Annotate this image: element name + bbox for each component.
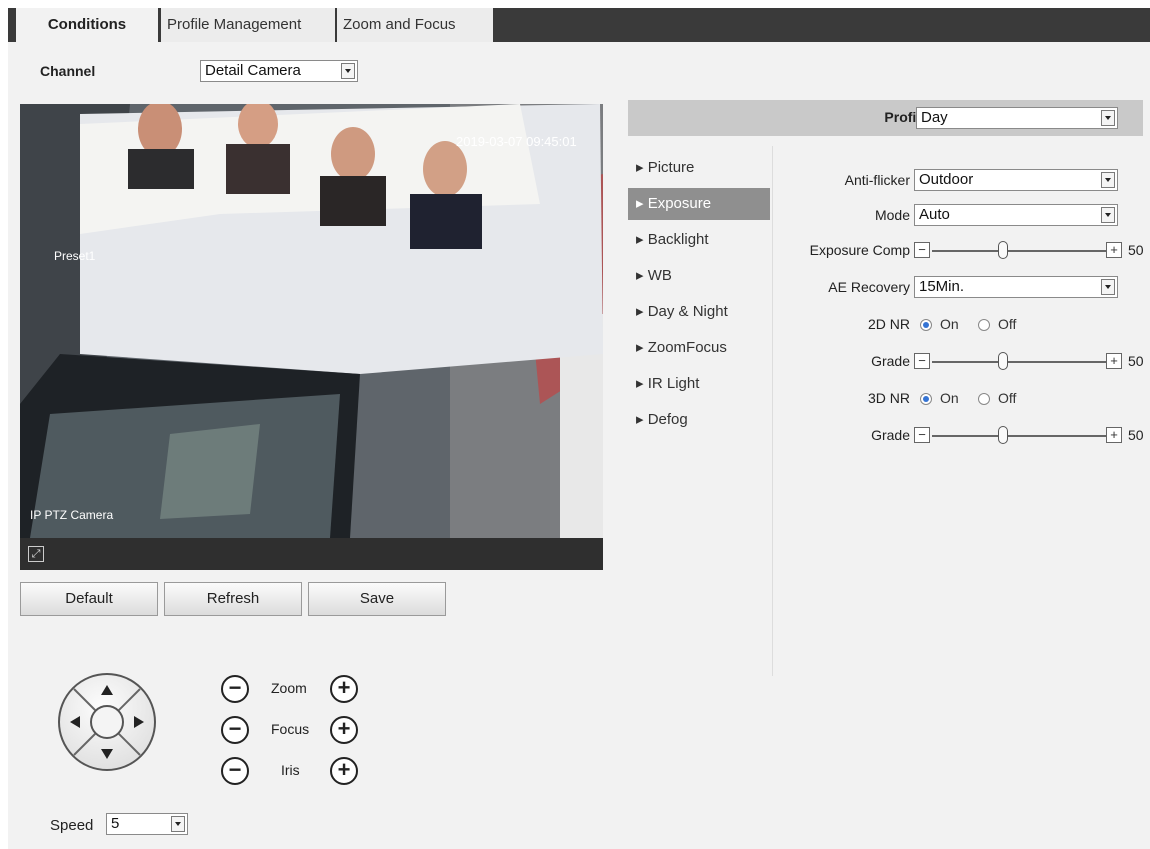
menu-exposure-label: Exposure <box>647 195 712 212</box>
nr2d-on-radio[interactable] <box>920 319 932 331</box>
slider-track <box>932 435 1106 437</box>
slider-thumb[interactable] <box>998 352 1008 370</box>
plus-icon[interactable]: + <box>1106 353 1122 369</box>
menu-defog-label: Defog <box>647 411 688 428</box>
mode-label: Mode <box>874 207 910 223</box>
nr3d-off-radio[interactable] <box>978 393 990 405</box>
grade1-slider[interactable]: − + <box>914 352 1124 372</box>
channel-select[interactable]: Detail Camera <box>200 60 358 82</box>
slider-thumb[interactable] <box>998 426 1008 444</box>
arrow-down-icon[interactable] <box>101 749 113 759</box>
minus-icon[interactable]: − <box>914 427 930 443</box>
slider-track <box>932 250 1106 252</box>
iris-open-button[interactable]: + <box>330 757 358 785</box>
menu-ir-light-label: IR Light <box>647 375 700 392</box>
exposure-comp-label: Exposure Comp <box>809 242 910 258</box>
mode-select[interactable]: Auto <box>914 204 1118 226</box>
menu-wb-label: WB <box>647 267 672 284</box>
ptz-direction-pad[interactable] <box>58 673 156 771</box>
nr2d-on-label: On <box>940 316 959 332</box>
anti-flicker-label: Anti-flicker <box>844 172 910 188</box>
nr3d-on-radio[interactable] <box>920 393 932 405</box>
nr2d-off-radio[interactable] <box>978 319 990 331</box>
ptz-center-button[interactable] <box>90 705 124 739</box>
tab-bar: Conditions Profile Management Zoom and F… <box>8 8 1150 42</box>
nr3d-off-label: Off <box>998 390 1017 406</box>
video-camera-name: IP PTZ Camera <box>30 508 114 522</box>
minus-icon[interactable]: − <box>914 242 930 258</box>
menu-backlight-label: Backlight <box>647 231 709 248</box>
grade2-value: 50 <box>1128 427 1144 443</box>
profile-select-value: Day <box>921 109 948 126</box>
mode-value: Auto <box>919 206 950 223</box>
page-frame: Conditions Profile Management Zoom and F… <box>8 8 1150 849</box>
minus-icon[interactable]: − <box>914 353 930 369</box>
speed-select-value: 5 <box>111 815 120 832</box>
video-toolbar: ⤢ <box>20 538 603 570</box>
chevron-down-icon <box>341 63 355 79</box>
exposure-comp-value: 50 <box>1128 242 1144 258</box>
video-preview[interactable]: 2019-03-07 09:45:01 Preset1 IP PTZ Camer… <box>20 104 603 538</box>
chevron-down-icon <box>1101 172 1115 188</box>
profile-bar: Profile Day <box>628 100 1143 136</box>
grade1-value: 50 <box>1128 353 1144 369</box>
menu-day-night-label: Day & Night <box>647 303 728 320</box>
focus-in-button[interactable]: + <box>330 716 358 744</box>
speed-select[interactable]: 5 <box>106 813 188 835</box>
focus-label: Focus <box>271 721 310 737</box>
menu-zoomfocus-label: ZoomFocus <box>647 339 727 356</box>
slider-track <box>932 361 1106 363</box>
nr2d-off-label: Off <box>998 316 1017 332</box>
focus-out-button[interactable]: − <box>221 716 249 744</box>
exposure-comp-slider[interactable]: − + <box>914 241 1124 261</box>
chevron-down-icon <box>1101 279 1115 295</box>
tab-conditions[interactable]: Conditions <box>16 8 158 42</box>
grade2-label: Grade <box>871 427 910 443</box>
arrow-left-icon[interactable] <box>70 716 80 728</box>
menu-picture-label: Picture <box>647 159 695 176</box>
anti-flicker-value: Outdoor <box>919 171 974 188</box>
iris-close-button[interactable]: − <box>221 757 249 785</box>
video-timestamp: 2019-03-07 09:45:01 <box>456 134 577 149</box>
default-button[interactable]: Default <box>20 582 158 616</box>
zoom-label: Zoom <box>271 680 307 696</box>
tab-zoom-and-focus[interactable]: Zoom and Focus <box>337 8 493 42</box>
profile-select[interactable]: Day <box>916 107 1118 129</box>
ae-recovery-value: 15Min. <box>919 278 965 295</box>
arrow-right-icon[interactable] <box>134 716 144 728</box>
grade2-slider[interactable]: − + <box>914 426 1124 446</box>
expand-icon[interactable]: ⤢ <box>28 546 44 562</box>
channel-select-value: Detail Camera <box>205 62 301 79</box>
chevron-down-icon <box>1101 207 1115 223</box>
arrow-up-icon[interactable] <box>101 685 113 695</box>
channel-label: Channel <box>40 63 96 79</box>
chevron-down-icon <box>171 816 185 832</box>
grade1-label: Grade <box>871 353 910 369</box>
zoom-out-button[interactable]: − <box>221 675 249 703</box>
save-button[interactable]: Save <box>308 582 446 616</box>
nr2d-label: 2D NR <box>867 316 910 332</box>
plus-icon[interactable]: + <box>1106 242 1122 258</box>
anti-flicker-select[interactable]: Outdoor <box>914 169 1118 191</box>
slider-thumb[interactable] <box>998 241 1008 259</box>
video-frame-image <box>20 104 603 538</box>
nr3d-on-label: On <box>940 390 959 406</box>
speed-label: Speed <box>50 817 94 834</box>
iris-label: Iris <box>281 762 300 778</box>
zoom-in-button[interactable]: + <box>330 675 358 703</box>
plus-icon[interactable]: + <box>1106 427 1122 443</box>
chevron-down-icon <box>1101 110 1115 126</box>
tab-profile-management[interactable]: Profile Management <box>161 8 335 42</box>
video-preset-label: Preset1 <box>54 249 96 263</box>
ae-recovery-label: AE Recovery <box>828 279 910 295</box>
menu-divider <box>772 146 773 676</box>
refresh-button[interactable]: Refresh <box>164 582 302 616</box>
nr3d-label: 3D NR <box>867 390 910 406</box>
ae-recovery-select[interactable]: 15Min. <box>914 276 1118 298</box>
